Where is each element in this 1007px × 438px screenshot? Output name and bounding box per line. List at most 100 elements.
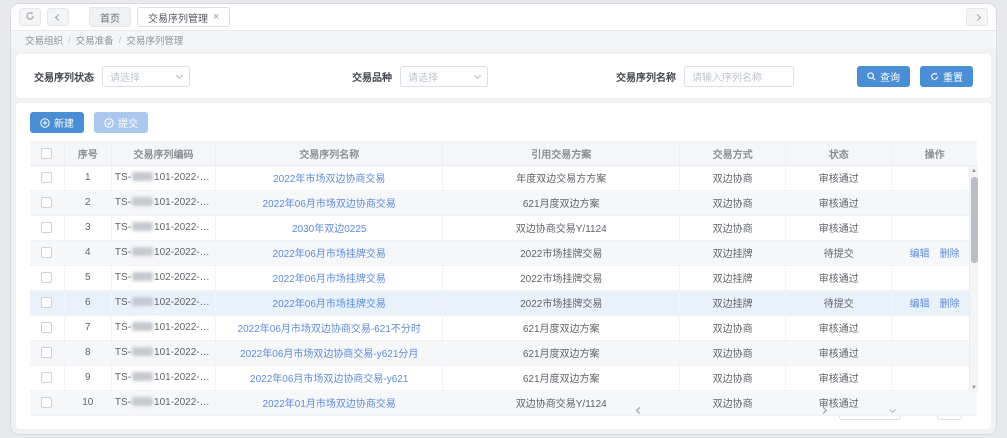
variety-select[interactable]: 请选择 (400, 66, 488, 87)
code-suffix: 101-2022-8078 (154, 197, 216, 208)
table-header-row: 序号 交易序列编码 交易序列名称 引用交易方案 交易方式 状态 操作 (30, 142, 977, 165)
sequence-name-link[interactable]: 2022年06月市场挂牌交易 (273, 299, 386, 310)
row-checkbox-cell (30, 240, 64, 265)
row-checkbox[interactable] (41, 297, 52, 308)
row-code: TS-101-2022-6172 (111, 215, 215, 240)
table-row: 4 TS-102-2022-7960 2022年06月市场挂牌交易 2022市场… (30, 240, 977, 265)
code-suffix: 101-2022-7948 (154, 372, 216, 383)
row-checkbox[interactable] (41, 247, 52, 258)
sequence-name-link[interactable]: 2022年06月市场双边协商交易-y621 (250, 374, 408, 385)
table-row: 8 TS-101-2022-7949 2022年06月市场双边协商交易-y621… (30, 340, 977, 365)
row-checkbox[interactable] (41, 397, 52, 408)
filter-panel: 交易序列状态 请选择 交易品种 请选择 交易序列名称 请输入序列名称 (16, 54, 991, 98)
submit-button[interactable]: 提交 (94, 112, 148, 133)
row-checkbox[interactable] (41, 222, 52, 233)
row-index: 2 (64, 190, 111, 215)
reset-button[interactable]: 重置 (920, 66, 973, 87)
sequence-name-input[interactable]: 请输入序列名称 (684, 66, 794, 87)
reload-button[interactable] (19, 8, 41, 26)
row-checkbox[interactable] (41, 322, 52, 333)
variety-label: 交易品种 (352, 69, 392, 84)
status-cell: 审核通过 (786, 365, 892, 390)
status-select[interactable]: 请选择 (102, 66, 190, 87)
sequence-name-link[interactable]: 2022年06月市场双边协商交易 (263, 199, 396, 210)
new-button[interactable]: 新建 (30, 112, 84, 133)
row-checkbox-cell (30, 315, 64, 340)
action-link[interactable]: 编辑 (910, 249, 930, 260)
back-button[interactable] (47, 8, 69, 26)
action-link[interactable]: 编辑 (910, 299, 930, 310)
status-cell: 审核通过 (786, 165, 892, 190)
method-cell: 双边协商 (680, 390, 786, 415)
sequence-name-link[interactable]: 2022年06月市场挂牌交易 (273, 249, 386, 260)
scheme-cell: 2022市场挂牌交易 (443, 290, 680, 315)
prev-page-button[interactable] (637, 408, 642, 413)
tab-sequence-management[interactable]: 交易序列管理 × (137, 7, 230, 27)
column-header-code: 交易序列编码 (111, 142, 215, 165)
scroll-up-icon[interactable]: ▲ (970, 166, 979, 176)
column-header-status: 状态 (786, 142, 892, 165)
scheme-cell: 621月度双边方案 (443, 315, 680, 340)
select-all-checkbox[interactable] (41, 148, 52, 159)
sequence-name-link[interactable]: 2030年双边0225 (292, 224, 367, 235)
search-button[interactable]: 查询 (857, 66, 910, 87)
method-cell: 双边协商 (680, 165, 786, 190)
row-checkbox-cell (30, 265, 64, 290)
scheme-cell: 双边协商交易Y/1124 (443, 390, 680, 415)
row-checkbox[interactable] (41, 172, 52, 183)
method-cell: 双边协商 (680, 365, 786, 390)
sequence-name-link[interactable]: 2022年01月市场双边协商交易 (263, 399, 396, 410)
status-cell: 审核通过 (786, 190, 892, 215)
actions-cell (892, 165, 977, 190)
row-checkbox[interactable] (41, 372, 52, 383)
code-prefix: TS- (115, 397, 131, 408)
row-checkbox[interactable] (41, 197, 52, 208)
sequence-name-link[interactable]: 2022年市场双边协商交易 (273, 174, 385, 185)
tab-home[interactable]: 首页 (89, 7, 131, 27)
scrollbar-thumb[interactable] (971, 177, 978, 263)
table-scrollbar[interactable]: ▲ ▼ (969, 166, 978, 393)
row-checkbox[interactable] (41, 272, 52, 283)
action-link[interactable]: 删除 (940, 299, 960, 310)
scheme-cell: 621月度双边方案 (443, 365, 680, 390)
sequence-name-link[interactable]: 2022年06月市场双边协商交易-y621分月 (240, 349, 418, 360)
tab-bar: 首页 交易序列管理 × (11, 4, 996, 31)
row-index: 5 (64, 265, 111, 290)
code-suffix: 102-2022-7958 (154, 297, 216, 308)
actions-cell (892, 315, 977, 340)
actions-cell: 编辑删除 (892, 290, 977, 315)
breadcrumb-item[interactable]: 交易序列管理 (126, 33, 183, 47)
new-button-label: 新建 (54, 115, 74, 130)
status-cell: 审核通过 (786, 265, 892, 290)
scroll-down-icon[interactable]: ▼ (970, 383, 979, 393)
method-cell: 双边协商 (680, 315, 786, 340)
row-code: TS-102-2022-7960 (111, 240, 215, 265)
next-page-button[interactable] (821, 408, 826, 413)
search-icon (867, 72, 876, 81)
tab-scroll-right-button[interactable] (966, 8, 988, 26)
breadcrumb-item[interactable]: 交易组织 (25, 33, 63, 47)
row-checkbox-cell (30, 365, 64, 390)
breadcrumb-item[interactable]: 交易准备 (76, 33, 114, 47)
filter-status: 交易序列状态 请选择 (34, 66, 190, 87)
code-prefix: TS- (115, 172, 131, 183)
sequence-name-link[interactable]: 2022年06月市场双边协商交易-621不分时 (238, 324, 421, 335)
row-code: TS-101-2022-7951 (111, 315, 215, 340)
chevron-left-icon (54, 13, 61, 20)
code-redacted-segment (132, 197, 153, 206)
method-cell: 双边协商 (680, 340, 786, 365)
chevron-right-icon (973, 13, 980, 20)
code-prefix: TS- (115, 322, 131, 333)
plus-circle-icon (40, 118, 50, 128)
filter-variety: 交易品种 请选择 (352, 66, 488, 87)
row-index: 9 (64, 365, 111, 390)
action-link[interactable]: 删除 (940, 249, 960, 260)
method-cell: 双边协商 (680, 190, 786, 215)
sequence-name-link[interactable]: 2022年06月市场挂牌交易 (273, 274, 386, 285)
table-row: 10 TS-101-2022-7937 2022年01月市场双边协商交易 双边协… (30, 390, 977, 415)
row-checkbox[interactable] (41, 347, 52, 358)
row-checkbox-cell (30, 340, 64, 365)
table-container: 序号 交易序列编码 交易序列名称 引用交易方案 交易方式 状态 操作 1 TS-… (30, 141, 977, 393)
close-icon[interactable]: × (213, 12, 219, 23)
code-redacted-segment (132, 172, 153, 181)
